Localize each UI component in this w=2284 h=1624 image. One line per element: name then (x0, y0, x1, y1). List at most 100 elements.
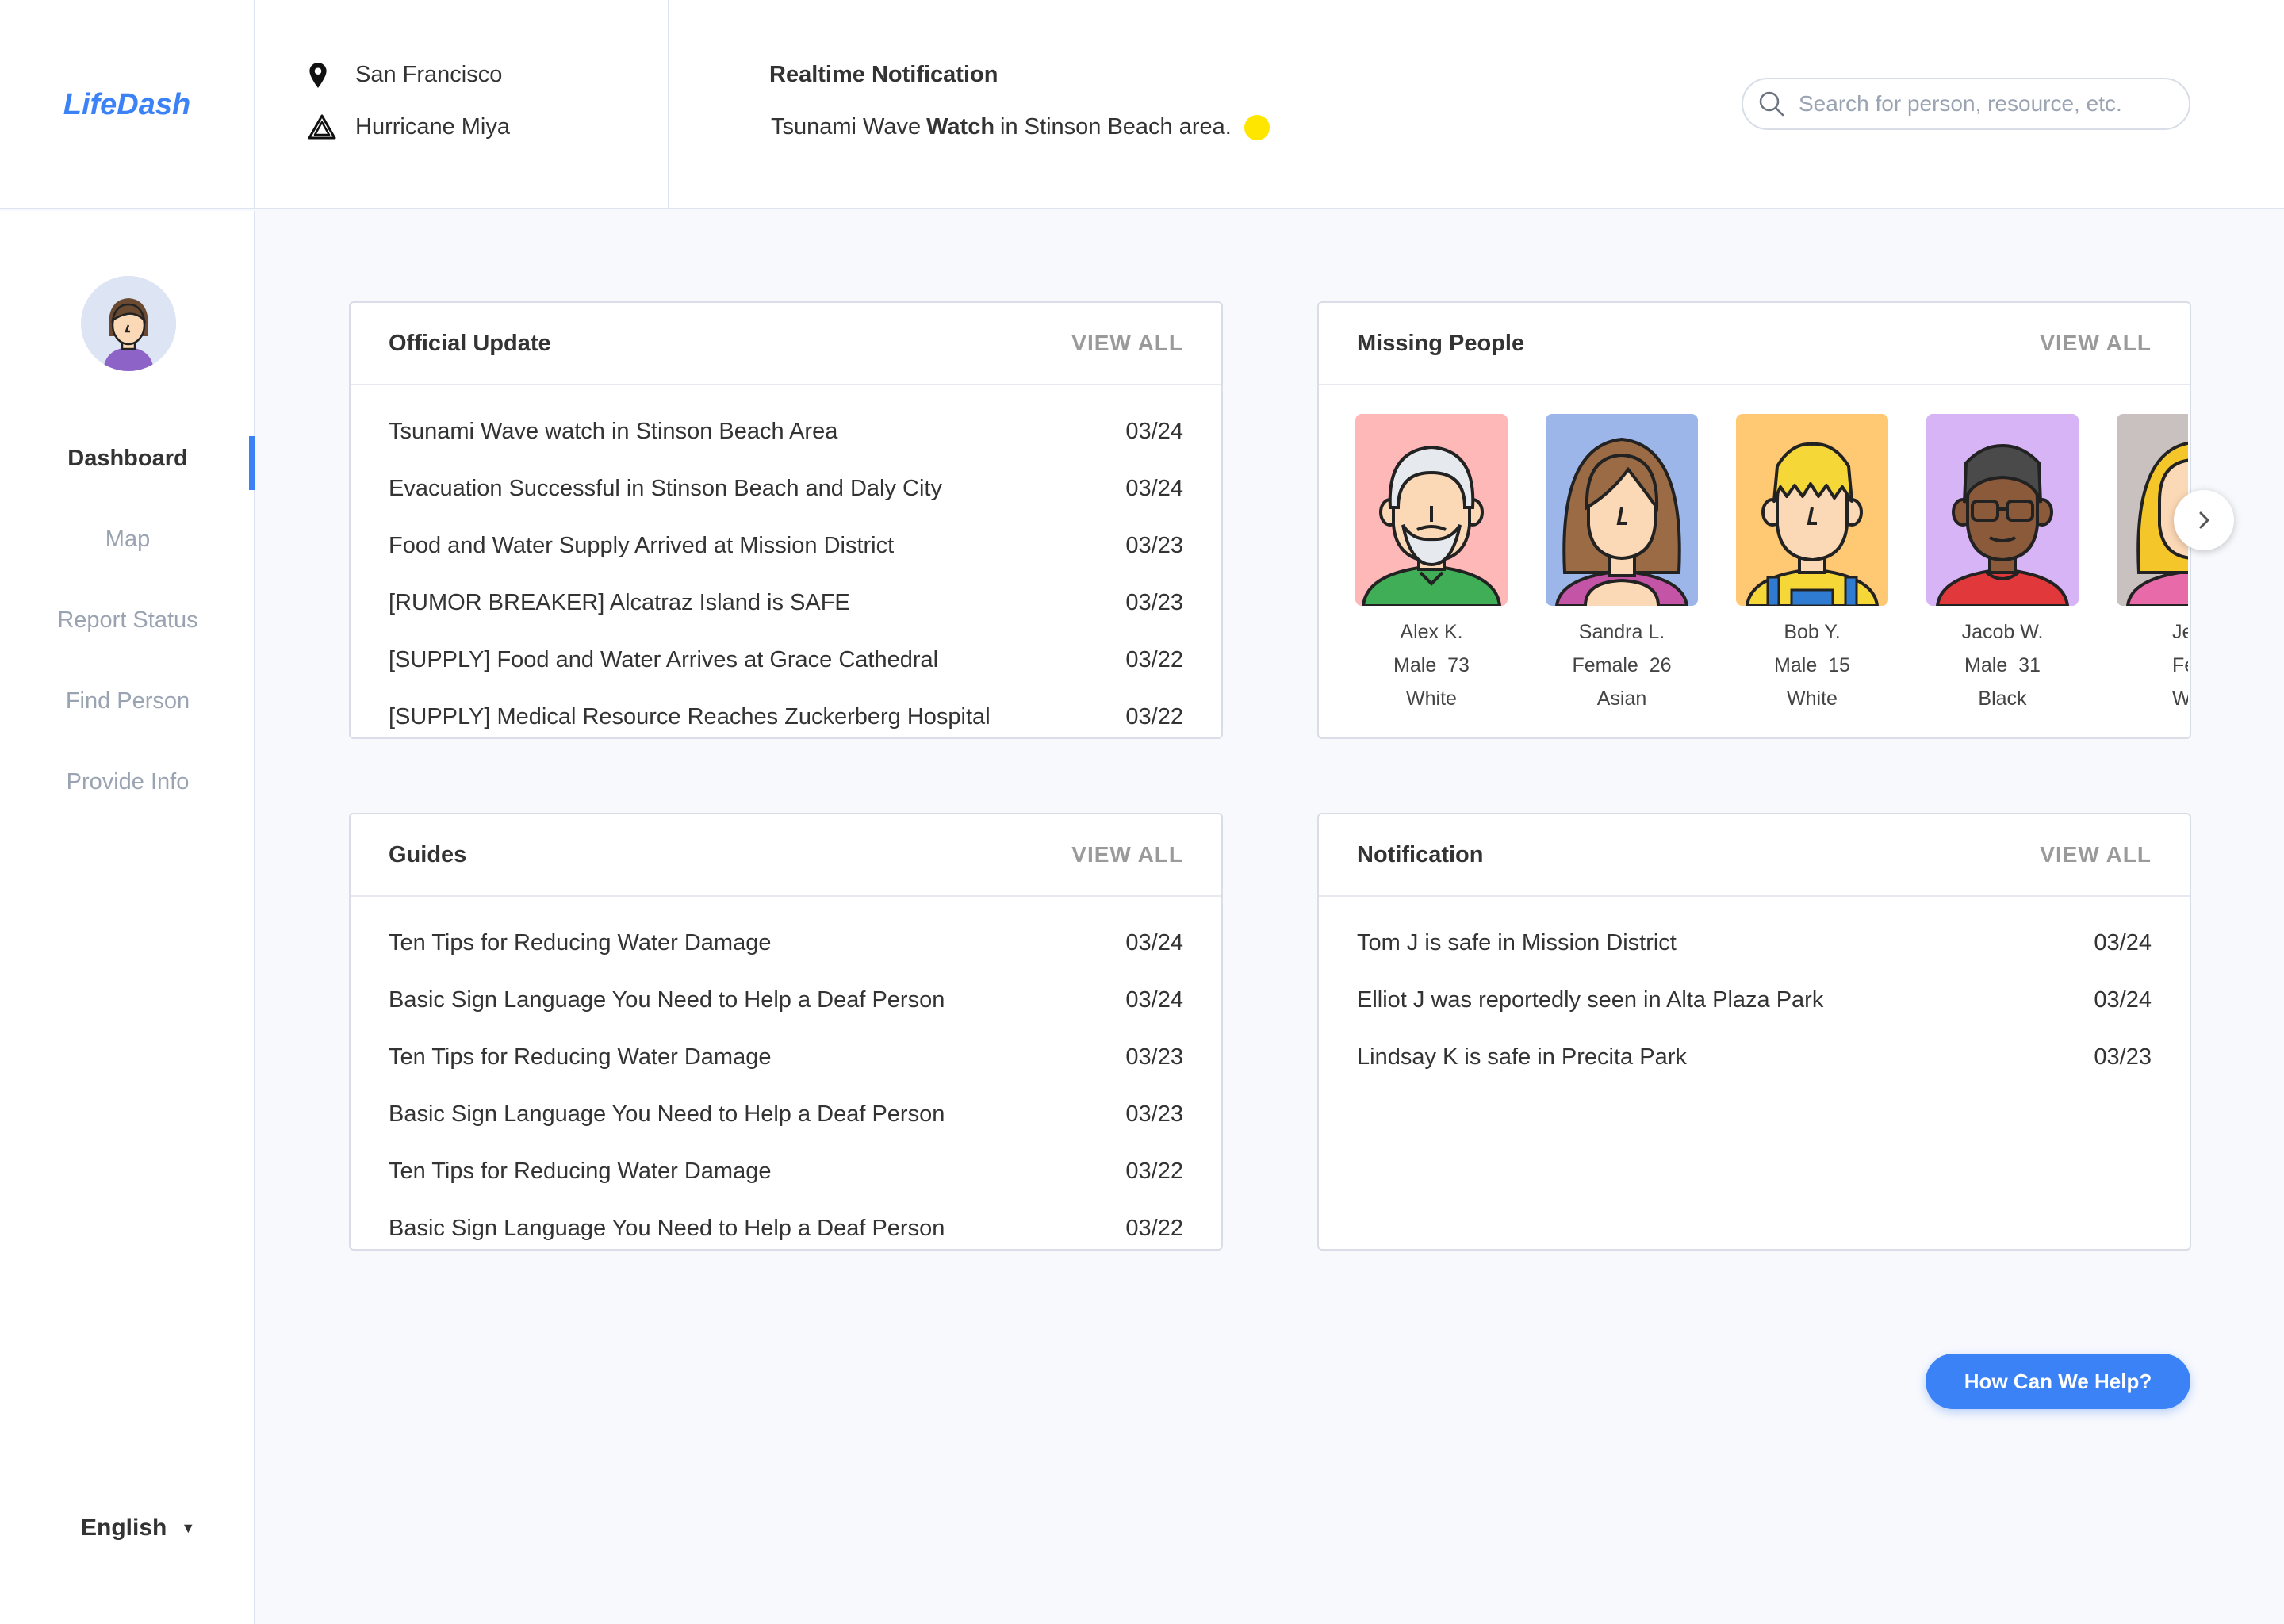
person-photo (1926, 414, 2079, 606)
sidebar-item-label: Map (105, 527, 151, 552)
person-demographics: Female 26 (1572, 654, 1672, 676)
item-date: 03/22 (1125, 1158, 1183, 1184)
person-demographics: Male 15 (1774, 654, 1850, 676)
list-item[interactable]: [SUPPLY] Food and Water Arrives at Grace… (351, 631, 1221, 688)
event-row[interactable]: Hurricane Miya (308, 114, 510, 140)
notification-list: Tom J is safe in Mission District 03/24 E… (1319, 897, 2190, 1086)
list-item[interactable]: Tsunami Wave watch in Stinson Beach Area… (351, 403, 1221, 460)
search-input[interactable] (1799, 91, 2171, 117)
list-item[interactable]: Food and Water Supply Arrived at Mission… (351, 517, 1221, 574)
item-text: Ten Tips for Reducing Water Damage (389, 1158, 772, 1184)
list-item[interactable]: Ten Tips for Reducing Water Damage 03/23 (351, 1028, 1221, 1086)
view-all-link[interactable]: VIEW ALL (1071, 331, 1183, 356)
item-date: 03/23 (1125, 1044, 1183, 1070)
person-card[interactable]: Alex K. Male 73 White (1355, 414, 1508, 715)
context-panel: San Francisco Hurricane Miya (255, 0, 669, 209)
person-name: Bob Y. (1784, 621, 1841, 643)
user-avatar-icon (81, 276, 176, 371)
item-text: Evacuation Successful in Stinson Beach a… (389, 475, 942, 501)
person-name: Jacob W. (1961, 621, 2044, 643)
notification-prefix: Tsunami Wave (771, 114, 922, 140)
list-item[interactable]: [SUPPLY] Medical Resource Reaches Zucker… (351, 688, 1221, 745)
search-icon (1759, 91, 1784, 117)
person-card[interactable]: Jessi Fema Wh (2117, 414, 2188, 715)
person-demographics: Male 31 (1964, 654, 2041, 676)
card-title: Missing People (1357, 330, 1525, 356)
person-info: Bob Y. Male 15 White (1736, 615, 1888, 715)
notification-bold: Watch (926, 114, 995, 140)
status-dot-icon (1244, 114, 1270, 140)
person-card[interactable]: Sandra L. Female 26 Asian (1546, 414, 1698, 715)
person-race: Wh (2172, 688, 2188, 710)
item-text: Ten Tips for Reducing Water Damage (389, 929, 772, 956)
person-info: Alex K. Male 73 White (1355, 615, 1508, 715)
item-date: 03/23 (1125, 532, 1183, 558)
hazard-triangle-icon (308, 114, 336, 140)
card-header: Notification VIEW ALL (1319, 814, 2190, 897)
item-text: Food and Water Supply Arrived at Mission… (389, 532, 895, 558)
item-text: [SUPPLY] Food and Water Arrives at Grace… (389, 646, 939, 672)
location-pin-icon (309, 63, 327, 88)
sidebar-item-label: Provide Info (66, 769, 190, 795)
person-info: Jessi Fema Wh (2117, 615, 2188, 715)
active-nav-indicator (249, 436, 255, 490)
list-item[interactable]: Ten Tips for Reducing Water Damage 03/24 (351, 914, 1221, 971)
person-race: Black (1978, 688, 2027, 710)
item-date: 03/22 (1125, 646, 1183, 672)
sidebar-item-find-person[interactable]: Find Person (0, 688, 255, 714)
card-title: Official Update (389, 330, 551, 356)
person-race: White (1406, 688, 1457, 710)
list-item[interactable]: Lindsay K is safe in Precita Park 03/23 (1319, 1028, 2190, 1086)
sidebar-item-provide-info[interactable]: Provide Info (0, 769, 255, 795)
list-item[interactable]: Basic Sign Language You Need to Help a D… (351, 971, 1221, 1028)
app-logo[interactable]: LifeDash (63, 88, 190, 122)
realtime-notification-title: Realtime Notification (769, 62, 998, 87)
person-card[interactable]: Bob Y. Male 15 White (1736, 414, 1888, 715)
person-photo (1355, 414, 1508, 606)
sidebar-item-report-status[interactable]: Report Status (0, 607, 255, 634)
person-card[interactable]: Jacob W. Male 31 Black (1926, 414, 2079, 715)
list-item[interactable]: [RUMOR BREAKER] Alcatraz Island is SAFE 0… (351, 574, 1221, 631)
card-header: Missing People VIEW ALL (1319, 303, 2190, 385)
view-all-link[interactable]: VIEW ALL (2040, 842, 2152, 868)
location-row[interactable]: San Francisco (309, 62, 502, 88)
event-label: Hurricane Miya (355, 114, 510, 140)
view-all-link[interactable]: VIEW ALL (2040, 331, 2152, 356)
list-item[interactable]: Evacuation Successful in Stinson Beach a… (351, 460, 1221, 517)
person-info: Jacob W. Male 31 Black (1926, 615, 2079, 715)
carousel-next-button[interactable] (2174, 490, 2234, 550)
user-avatar[interactable] (81, 276, 176, 371)
list-item[interactable]: Basic Sign Language You Need to Help a D… (351, 1086, 1221, 1143)
person-photo (1546, 414, 1698, 606)
card-header: Official Update VIEW ALL (351, 303, 1221, 385)
notification-suffix: in Stinson Beach area. (1000, 114, 1232, 140)
caret-down-icon: ▼ (181, 1519, 196, 1536)
item-text: Basic Sign Language You Need to Help a D… (389, 1215, 945, 1241)
sidebar-item-map[interactable]: Map (0, 527, 255, 553)
card-title: Guides (389, 841, 467, 868)
realtime-notification-message[interactable]: Tsunami Wave Watch in Stinson Beach area… (771, 114, 1270, 140)
official-update-card: Official Update VIEW ALL Tsunami Wave wa… (349, 301, 1223, 739)
list-item[interactable]: Ten Tips for Reducing Water Damage 03/22 (351, 1143, 1221, 1200)
view-all-link[interactable]: VIEW ALL (1071, 842, 1183, 868)
person-demographics: Male 73 (1393, 654, 1470, 676)
item-date: 03/23 (2094, 1044, 2152, 1070)
person-name: Alex K. (1400, 621, 1463, 643)
list-item[interactable]: Elliot J was reportedly seen in Alta Pla… (1319, 971, 2190, 1028)
sidebar-item-dashboard[interactable]: Dashboard (0, 446, 255, 472)
item-date: 03/22 (1125, 1215, 1183, 1241)
item-date: 03/24 (1125, 929, 1183, 956)
card-header: Guides VIEW ALL (351, 814, 1221, 897)
item-date: 03/23 (1125, 589, 1183, 615)
list-item[interactable]: Basic Sign Language You Need to Help a D… (351, 1200, 1221, 1257)
item-text: Tsunami Wave watch in Stinson Beach Area (389, 418, 838, 444)
item-text: Basic Sign Language You Need to Help a D… (389, 986, 945, 1013)
list-item[interactable]: Tom J is safe in Mission District 03/24 (1319, 914, 2190, 971)
search-box[interactable] (1742, 78, 2190, 130)
language-selector[interactable]: English ▼ (81, 1515, 195, 1542)
item-text: Basic Sign Language You Need to Help a D… (389, 1101, 945, 1127)
item-date: 03/23 (1125, 1101, 1183, 1127)
help-button[interactable]: How Can We Help? (1926, 1354, 2190, 1409)
top-bar: LifeDash San Francisco Hurricane Miya Re… (0, 0, 2284, 209)
official-update-list: Tsunami Wave watch in Stinson Beach Area… (351, 385, 1221, 745)
